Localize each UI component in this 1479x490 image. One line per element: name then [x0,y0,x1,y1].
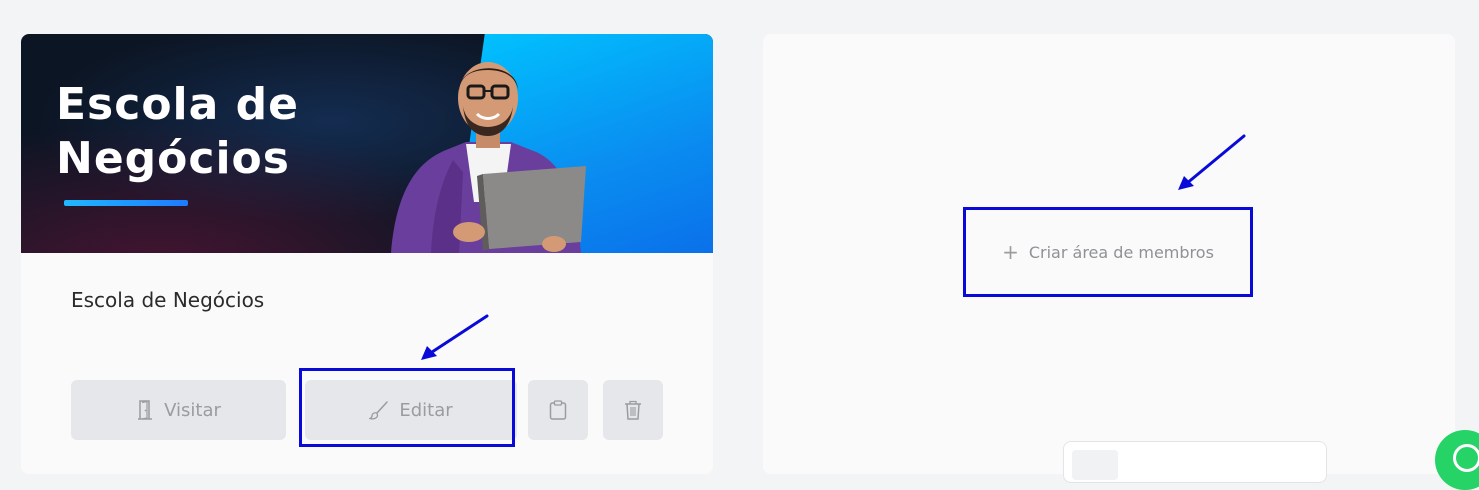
member-area-title: Escola de Negócios [71,288,265,312]
course-banner-image: Escola de Negócios [21,34,713,253]
banner-person-illustration [391,62,586,253]
bottom-panel-inner [1072,450,1118,480]
clipboard-icon [549,400,567,420]
banner-heading: Escola de Negócios [56,78,299,186]
banner-heading-line1: Escola de [56,79,299,130]
banner-underline [64,200,188,206]
bottom-panel [1063,441,1327,483]
create-member-area-card: + Criar área de membros [763,34,1455,483]
door-icon [138,400,153,420]
copy-button[interactable] [528,380,588,440]
plus-icon: + [1002,240,1019,264]
edit-highlight-box [299,368,515,447]
banner-heading-line2: Negócios [56,133,290,184]
visit-button-label: Visitar [164,399,221,421]
trash-icon [625,400,641,420]
delete-button[interactable] [603,380,663,440]
create-member-area-label: Criar área de membros [1028,242,1214,262]
visit-button[interactable]: Visitar [71,380,286,440]
whatsapp-icon [1453,444,1479,472]
create-member-area-button[interactable]: + Criar área de membros [963,207,1253,297]
